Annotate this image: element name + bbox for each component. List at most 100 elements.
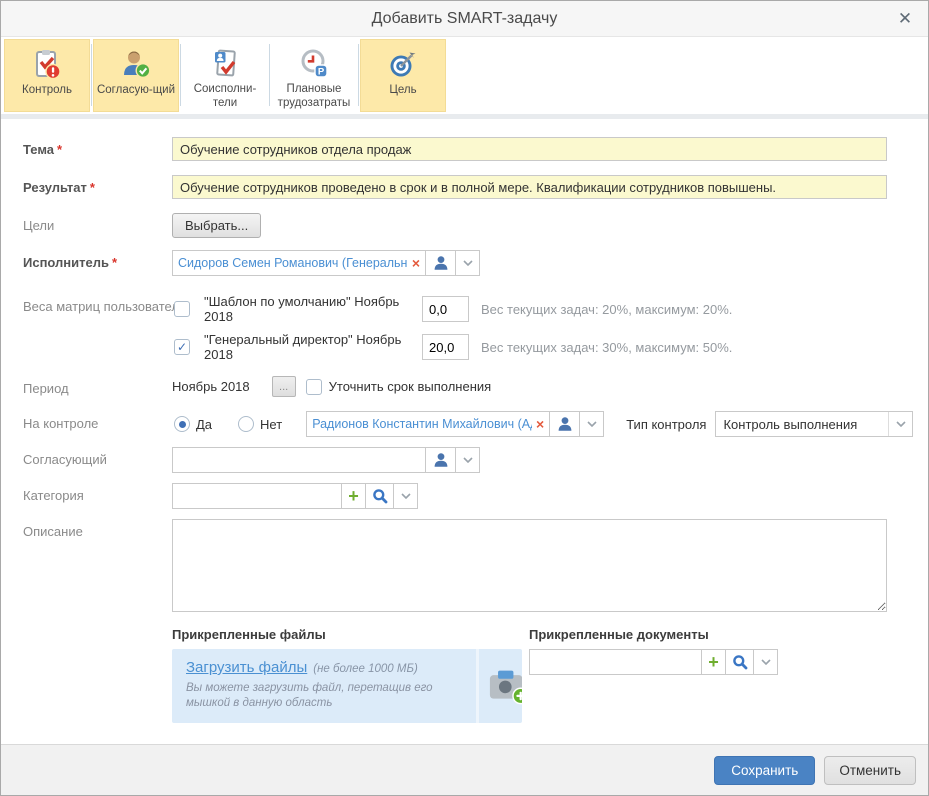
approver-person-check-icon [120, 46, 152, 82]
matrix-weight-hint: Вес текущих задач: 30%, максимум: 50%. [481, 340, 732, 355]
toolbar-button-label: Согласую-щий [96, 84, 176, 98]
required-mark: * [90, 180, 95, 195]
dialog-title: Добавить SMART-задачу [372, 10, 558, 28]
search-icon[interactable] [365, 483, 394, 509]
chevron-down-icon[interactable] [579, 411, 604, 437]
field-label-vesa: Веса матриц пользователя [1, 294, 172, 362]
matrix-weight-row: "Шаблон по умолчанию" Ноябрь 2018 Вес те… [172, 294, 928, 324]
remove-icon[interactable]: × [412, 255, 420, 271]
field-label-na-kontrole: На контроле [1, 411, 172, 437]
category-value-box[interactable] [172, 483, 342, 509]
dialog-footer: Сохранить Отменить [1, 744, 928, 795]
file-dropzone[interactable]: Загрузить файлы (не более 1000 МБ) Вы мож… [172, 649, 522, 723]
executor-value-box[interactable]: Сидоров Семен Романович (Генеральнь × [172, 250, 426, 276]
tema-input[interactable] [172, 137, 887, 161]
period-picker-button[interactable]: ... [272, 376, 296, 397]
executor-picker: Сидоров Семен Романович (Генеральнь × [172, 250, 928, 276]
chevron-down-icon[interactable] [753, 649, 778, 675]
row-na-kontrole: На контроле Да Нет Радионов Константин М… [1, 411, 928, 437]
chevron-down-icon[interactable] [455, 447, 480, 473]
matrix-weight-row: ✓ "Генеральный директор" Ноябрь 2018 Вес… [172, 332, 928, 362]
toolbar-separator [269, 44, 270, 106]
control-no-label: Нет [260, 417, 282, 432]
remove-icon[interactable]: × [536, 416, 544, 432]
svg-text:P: P [318, 66, 325, 77]
control-clipboard-icon [31, 46, 63, 82]
search-icon[interactable] [725, 649, 754, 675]
upload-files-link[interactable]: Загрузить файлы [186, 659, 307, 676]
task-form: Тема* Результат* Цели Выбрать... Исполни… [1, 137, 928, 727]
planned-labor-clock-icon: P [298, 46, 330, 81]
attached-files-label: Прикрепленные файлы [172, 627, 522, 642]
toolbar-button-soglasuyushchiy[interactable]: Согласую-щий [93, 39, 179, 112]
coexecutors-document-icon [209, 46, 241, 81]
cancel-button[interactable]: Отменить [824, 756, 916, 785]
controller-value: Радионов Константин Михайлович (Адми [312, 417, 532, 431]
toolbar-button-label: Плановые трудозатраты [274, 83, 354, 111]
toolbar-button-soispolniteli[interactable]: Соисполни-тели [182, 39, 268, 112]
dropzone-hint: Вы можете загрузить файл, перетащив его … [186, 681, 476, 711]
matrix-weight-input[interactable] [422, 296, 469, 322]
rezultat-input[interactable] [172, 175, 887, 199]
choose-goals-button[interactable]: Выбрать... [172, 213, 261, 238]
control-no-radio[interactable] [238, 416, 254, 432]
chevron-down-icon[interactable] [393, 483, 418, 509]
field-label-kategoriya: Категория [1, 483, 172, 509]
toolbar-button-kontrol[interactable]: Контроль [4, 39, 90, 112]
row-opisanie: Описание [1, 519, 928, 615]
close-icon[interactable]: ✕ [894, 8, 916, 30]
toolbar-bottom-band [1, 114, 928, 119]
chevron-down-icon[interactable] [455, 250, 480, 276]
toolbar-button-planovye-trudozatraty[interactable]: P Плановые трудозатраты [271, 39, 357, 112]
add-category-icon[interactable]: + [341, 483, 366, 509]
person-picker-icon[interactable] [549, 411, 580, 437]
person-picker-icon[interactable] [425, 447, 456, 473]
add-smart-task-dialog: Добавить SMART-задачу ✕ Контроль [0, 0, 929, 796]
document-value-box[interactable] [529, 649, 702, 675]
toolbar-button-label: Цель [363, 84, 443, 98]
row-soglasuyushchiy: Согласующий [1, 447, 928, 473]
dialog-header: Добавить SMART-задачу ✕ [1, 1, 928, 37]
matrix-weight-input[interactable] [422, 334, 469, 360]
executor-value: Сидоров Семен Романович (Генеральнь [178, 256, 408, 270]
field-label-soglasuyushchiy: Согласующий [1, 447, 172, 473]
toolbar-button-tsel[interactable]: Цель [360, 39, 446, 112]
camera-upload-icon[interactable] [479, 649, 522, 723]
toolbar-separator [180, 44, 181, 106]
row-kategoriya: Категория + [1, 483, 928, 509]
row-attachments: Прикрепленные файлы Загрузить файлы (не б… [1, 627, 928, 723]
toolbar-button-label: Соисполни-тели [185, 83, 265, 111]
category-picker: + [172, 483, 928, 509]
matrix-checkbox-checked[interactable]: ✓ [174, 339, 190, 355]
toolbar-separator [358, 44, 359, 106]
add-document-icon[interactable]: + [701, 649, 726, 675]
matrix-weight-hint: Вес текущих задач: 20%, максимум: 20%. [481, 302, 732, 317]
control-yes-radio[interactable] [174, 416, 190, 432]
field-label-opisanie: Описание [1, 519, 172, 615]
toolbar-separator [91, 44, 92, 106]
row-celi: Цели Выбрать... [1, 213, 928, 238]
required-mark: * [57, 142, 62, 157]
matrix-title: "Генеральный директор" Ноябрь 2018 [204, 332, 422, 362]
matrix-checkbox-unchecked[interactable] [174, 301, 190, 317]
attached-files-column: Прикрепленные файлы Загрузить файлы (не б… [172, 627, 522, 723]
control-type-select[interactable]: Контроль выполнения [715, 411, 913, 437]
row-rezultat: Результат* [1, 175, 928, 199]
row-period: Период Ноябрь 2018 ... Уточнить срок вып… [1, 376, 928, 397]
required-mark: * [112, 255, 117, 270]
control-type-label: Тип контроля [626, 417, 706, 432]
upload-size-note: (не более 1000 МБ) [313, 663, 418, 675]
control-type-value: Контроль выполнения [716, 412, 888, 436]
clarify-deadline-checkbox[interactable] [306, 379, 322, 395]
person-picker-icon[interactable] [425, 250, 456, 276]
document-picker: + [529, 649, 778, 675]
attached-documents-label: Прикрепленные документы [529, 627, 778, 642]
description-textarea[interactable] [172, 519, 887, 612]
controller-value-box[interactable]: Радионов Константин Михайлович (Адми × [306, 411, 550, 437]
toolbar-button-label: Контроль [7, 84, 87, 98]
approver-picker [172, 447, 928, 473]
approver-value-box[interactable] [172, 447, 426, 473]
goal-target-icon [387, 46, 419, 82]
field-label-celi: Цели [1, 213, 172, 238]
save-button[interactable]: Сохранить [714, 756, 815, 785]
